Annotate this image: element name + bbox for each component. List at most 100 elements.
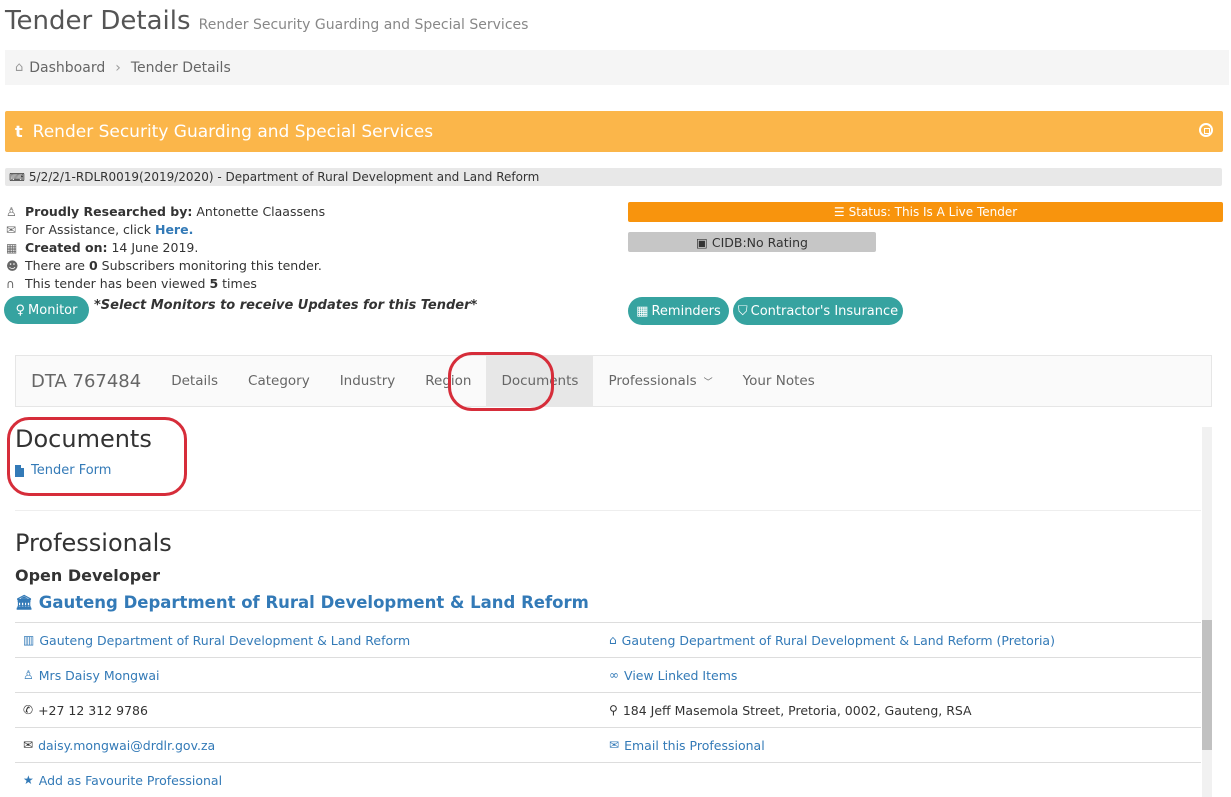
status-icon: ☰ [833,205,845,219]
contractors-insurance-button[interactable]: ⛉ Contractor's Insurance [733,297,903,325]
tab-industry[interactable]: Industry [325,355,411,407]
breadcrumb-dashboard[interactable]: Dashboard [29,60,105,76]
contact-person: Mrs Daisy Mongwai [38,667,160,683]
highlight-circle [7,417,187,496]
portlet-title: Render Security Guarding and Special Ser… [32,121,434,142]
branch-link[interactable]: ⌂ Gauteng Department of Rural Developmen… [608,633,1201,648]
organisation-name: Gauteng Department of Rural Development … [38,593,589,612]
assistance-link[interactable]: Here. [155,221,193,239]
subscribers-post: Subscribers monitoring this tender. [101,258,322,273]
tab-professionals[interactable]: Professionals ﹀ [593,355,727,407]
phone-icon: ✆ [23,703,34,717]
fullscreen-icon[interactable] [1199,123,1213,137]
researched-value: Antonette Claassens [196,204,326,219]
assistance-row: ✉ For Assistance, click Here. [6,221,325,239]
contact-person-link[interactable]: ♙ Mrs Daisy Mongwai [15,668,608,683]
phone-number: ✆ +27 12 312 9786 [15,703,608,718]
envelope-icon: ✉ [6,223,17,237]
home-icon: ⌂ [15,60,24,75]
professional-details-table: ▥ Gauteng Department of Rural Developmen… [15,622,1201,797]
calendar-icon: ▦ [6,241,18,255]
envelope-icon: ✉ [23,738,34,752]
add-favourite-label: Add as Favourite Professional [38,772,223,788]
person-icon: ♙ [23,668,34,682]
views-post: times [222,276,257,291]
subscribers-pre: There are [25,258,85,273]
subscribers-row: ☻ There are 0 Subscribers monitoring thi… [6,257,325,275]
calendar-icon: ▦ [636,303,649,319]
money-icon: ▣ [696,234,708,250]
keyboard-icon: ⌨ [9,170,25,184]
professionals-heading: Professionals [15,529,172,557]
map-marker-icon: ⚲ [609,703,618,717]
divider [15,510,1201,511]
insurance-label: Contractor's Insurance [750,303,899,319]
assistance-text: For Assistance, click [25,222,151,237]
table-row: ✆ +27 12 312 9786 ⚲ 184 Jeff Masemola St… [15,692,1201,727]
reminders-button[interactable]: ▦ Reminders [628,297,729,325]
breadcrumb: ⌂ Dashboard › Tender Details [5,50,1229,85]
email-professional-label: Email this Professional [624,737,765,753]
organisation-link[interactable]: 🏛 Gauteng Department of Rural Developmen… [15,593,589,612]
status-label: Status: This Is A Live Tender [848,205,1018,219]
email-professional-link[interactable]: ✉ Email this Professional [608,738,1201,753]
highlight-circle [448,352,554,411]
portlet-title-bar: t Render Security Guarding and Special S… [5,111,1223,152]
breadcrumb-tender-details: Tender Details [130,59,231,76]
breadcrumb-separator: › [115,59,121,76]
views-count: 5 [209,276,219,291]
phone-value: +27 12 312 9786 [38,702,148,718]
company-name: Gauteng Department of Rural Development … [39,632,411,648]
view-linked-items-label: View Linked Items [624,667,738,683]
company-link[interactable]: ▥ Gauteng Department of Rural Developmen… [15,633,608,648]
view-linked-items-link[interactable]: ∞ View Linked Items [608,668,1201,683]
professionals-subheading: Open Developer [15,566,160,585]
tender-reference-bar: ⌨ 5/2/2/1-RDLR0019(2019/2020) - Departme… [5,168,1222,186]
tender-logo-icon: t [15,122,23,141]
tender-reference: 5/2/2/1-RDLR0019(2019/2020) - Department… [28,170,540,184]
researched-row: ♙ Proudly Researched by: Antonette Claas… [6,203,325,221]
address: ⚲ 184 Jeff Masemola Street, Pretoria, 00… [608,703,1201,718]
shield-icon: ⛉ [737,303,748,319]
tab-professionals-label: Professionals [608,373,697,389]
monitor-icon: ♀ [15,302,26,318]
table-row: ▥ Gauteng Department of Rural Developmen… [15,622,1201,657]
monitor-note: *Select Monitors to receive Updates for … [94,298,478,313]
cidb-label: CIDB:No Rating [711,234,808,250]
monitor-button[interactable]: ♀ Monitor [4,296,89,324]
created-row: ▦ Created on: 14 June 2019. [6,239,325,257]
tender-tabs: DTA 767484 Details Category Industry Reg… [15,355,1212,407]
branch-name: Gauteng Department of Rural Development … [621,632,1055,648]
tab-details[interactable]: Details [156,355,233,407]
views-pre: This tender has been viewed [25,276,206,291]
reminders-label: Reminders [651,303,721,319]
table-row: ✉ daisy.mongwai@drdlr.gov.za ✉ Email thi… [15,727,1201,762]
address-value: 184 Jeff Masemola Street, Pretoria, 0002… [622,702,972,718]
email-row: ✉ daisy.mongwai@drdlr.gov.za [15,738,608,753]
add-favourite-link[interactable]: ★ Add as Favourite Professional [15,773,608,788]
tab-category[interactable]: Category [233,355,325,407]
user-icon: ♙ [6,205,17,219]
page-subtitle: Render Security Guarding and Special Ser… [198,17,529,33]
researched-label: Proudly Researched by: [25,204,193,219]
binoculars-icon: ∩ [6,277,15,291]
chevron-down-icon: ﹀ [703,377,713,388]
page-title: Tender Details [5,6,191,36]
created-value: 14 June 2019. [111,240,199,255]
link-icon: ∞ [609,668,620,682]
page-header: Tender Details Render Security Guarding … [5,6,528,36]
tab-your-notes[interactable]: Your Notes [728,355,830,407]
tender-id[interactable]: DTA 767484 [31,371,141,392]
email-link[interactable]: daisy.mongwai@drdlr.gov.za [38,738,215,753]
home-icon: ⌂ [609,633,617,647]
views-row: ∩ This tender has been viewed 5 times [6,275,325,293]
users-icon: ☻ [6,259,19,273]
created-label: Created on: [25,240,108,255]
envelope-icon: ✉ [609,738,620,752]
scrollbar-thumb[interactable] [1202,620,1212,750]
table-row: ♙ Mrs Daisy Mongwai ∞ View Linked Items [15,657,1201,692]
status-badge: ☰ Status: This Is A Live Tender [628,202,1223,222]
cidb-badge: ▣ CIDB:No Rating [628,232,876,252]
institution-icon: 🏛 [15,594,33,611]
subscribers-count: 0 [88,258,98,273]
